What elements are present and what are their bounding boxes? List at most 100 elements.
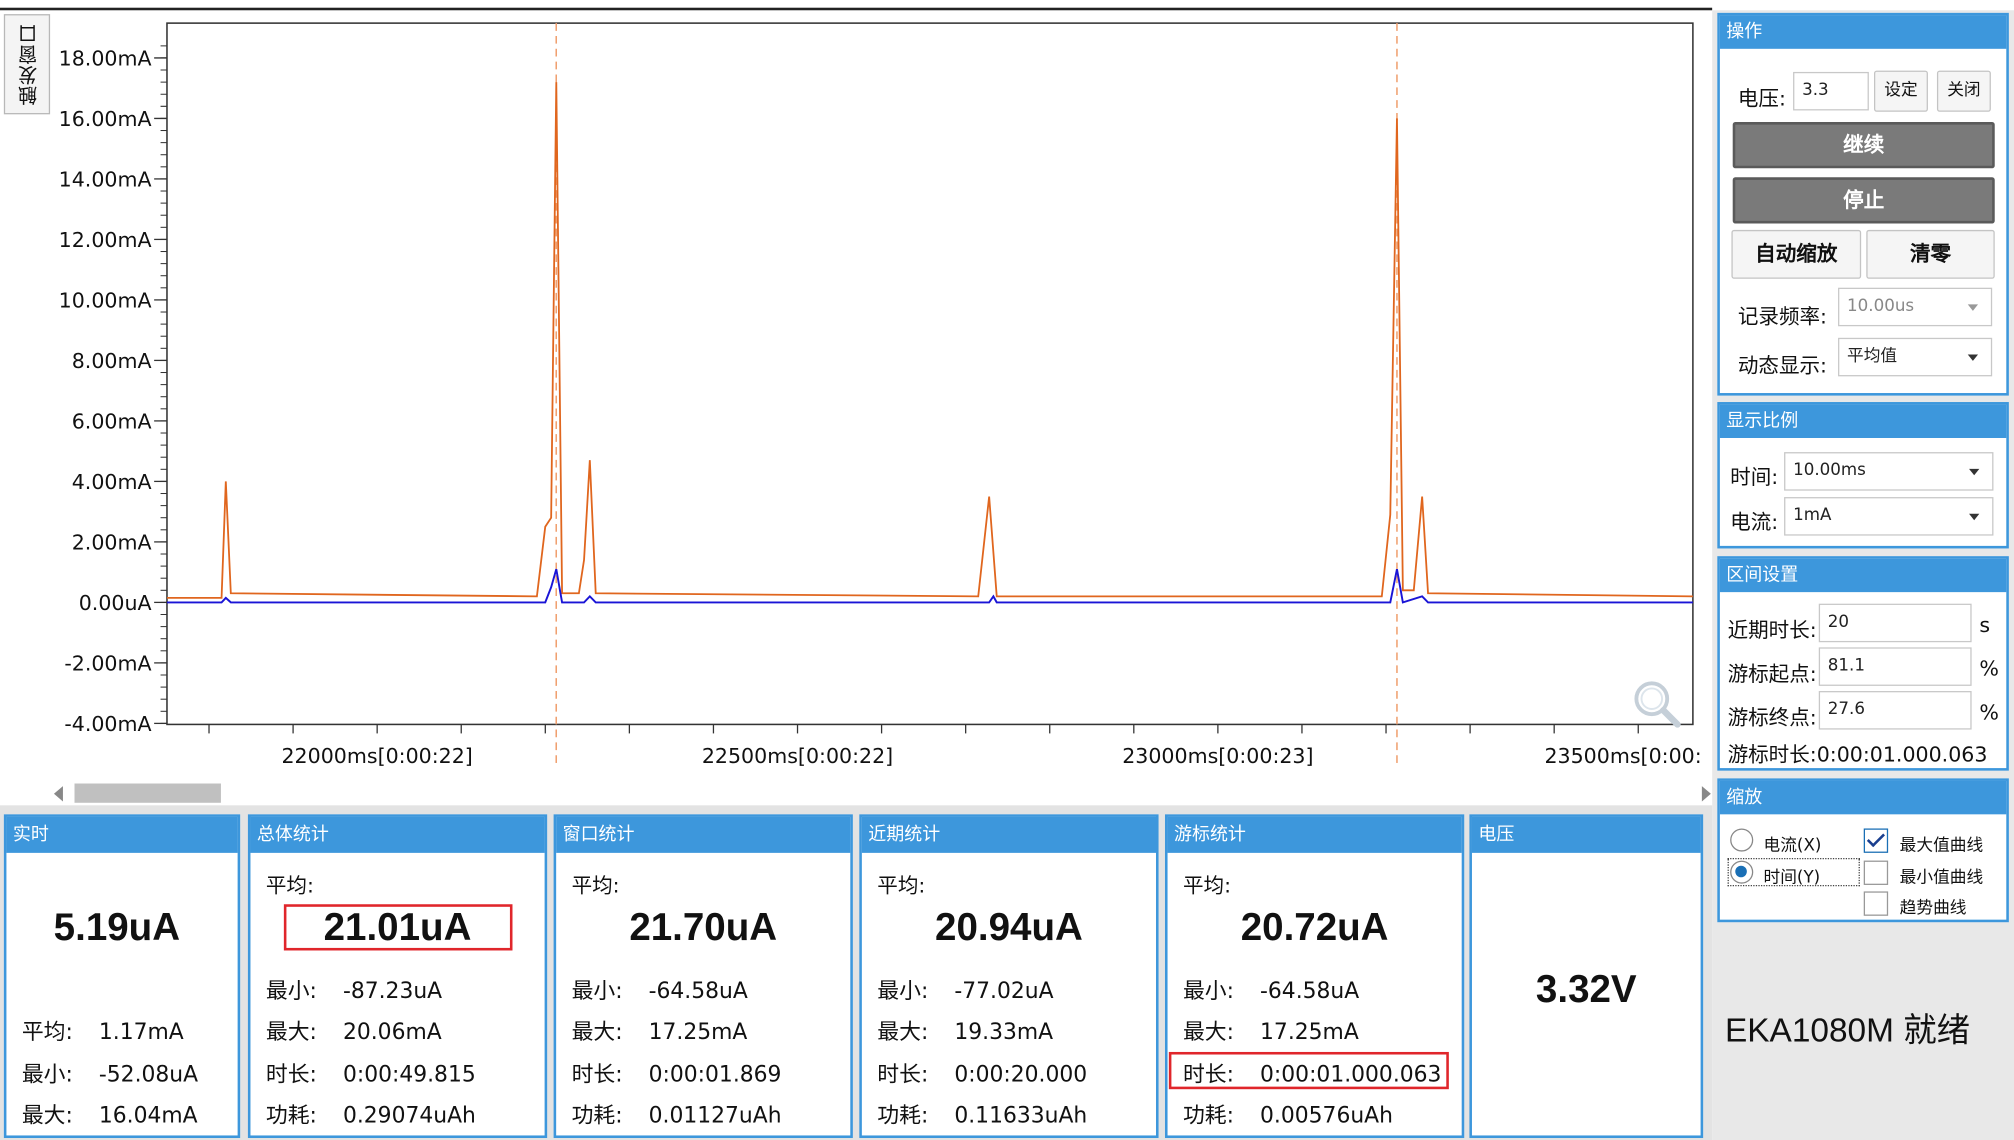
cursor-start-unit: % (1979, 656, 1999, 681)
checkbox-min-curve-label[interactable]: 最小值曲线 (1900, 863, 1984, 887)
voltage-input[interactable]: 3.3 (1793, 71, 1869, 111)
y-tick-label: 18.00mA (59, 47, 152, 71)
group-title: 操作 (1719, 15, 2007, 49)
checkbox-max-curve[interactable] (1863, 828, 1889, 853)
radio-time-y-label[interactable]: 时间(Y) (1764, 863, 1821, 887)
window-max-row: 最大: 17.25mA (571, 1019, 748, 1046)
y-tick-label: 0.00uA (79, 591, 152, 615)
scroll-left-icon[interactable] (53, 786, 63, 802)
x-tick-label: 22000ms[0:00:22] (281, 744, 472, 768)
time-scale-value: 10.00ms (1793, 461, 1866, 481)
checkbox-max-curve-label[interactable]: 最大值曲线 (1900, 831, 1984, 855)
recent-duration-row: 时长: 0:00:20.000 (877, 1062, 1088, 1088)
y-tick-label: 6.00mA (72, 410, 152, 434)
cursor-energy-row: 功耗: 0.00576uAh (1182, 1103, 1393, 1130)
highlight-box-cursor-duration (1168, 1051, 1449, 1090)
top-border (0, 7, 1713, 11)
current-chart[interactable]: 18.00mA 16.00mA 14.00mA 12.00mA 10.00mA 8.00m… (0, 13, 1712, 781)
recent-average-value: 20.94uA (935, 906, 1083, 950)
recent-duration-input[interactable]: 20 (1818, 603, 1972, 643)
y-tick-label: 2.00mA (72, 531, 152, 555)
record-rate-value: 10.00us (1847, 296, 1915, 316)
x-tick-label: 23000ms[0:00:23] (1122, 744, 1313, 768)
chevron-down-icon (1969, 468, 1980, 476)
realtime-avg-row: 平均: 1.17mA (21, 1019, 184, 1046)
cursor-min-row: 最小: -64.58uA (1182, 978, 1360, 1005)
radio-current-x-label[interactable]: 电流(X) (1764, 831, 1822, 855)
panel-realtime: 实时 5.19uA 平均: 1.17mA 最小: -52.08uA 最大: 16.04… (3, 814, 241, 1139)
checkbox-trend-curve-label[interactable]: 趋势曲线 (1900, 894, 1967, 918)
record-rate-label: 记录频率: (1737, 304, 1827, 329)
chevron-down-icon (1969, 513, 1980, 521)
group-title: 显示比例 (1719, 404, 2007, 438)
cursor-start-input[interactable]: 81.1 (1818, 647, 1972, 686)
autoscale-button[interactable]: 自动缩放 (1731, 229, 1862, 279)
y-tick-label: -2.00mA (64, 652, 151, 676)
voltage-value: 3.32V (1535, 968, 1637, 1011)
cursor-end-input[interactable]: 27.6 (1818, 691, 1972, 730)
x-tick-label: 22500ms[0:00:22] (702, 744, 893, 768)
app-window: 18.00mA 16.00mA 14.00mA 12.00mA 10.00mA 8.00m… (0, 0, 2014, 1140)
overall-duration-row: 时长: 0:00:49.815 (265, 1062, 476, 1088)
realtime-value: 5.19uA (53, 906, 181, 950)
chevron-down-icon (1967, 354, 1979, 361)
radio-time-y[interactable] (1730, 860, 1754, 884)
plot-area[interactable] (166, 22, 1694, 726)
group-title: 区间设置 (1719, 558, 2007, 593)
cursor-end-label: 游标终点: (1727, 705, 1817, 730)
stop-button[interactable]: 停止 (1732, 177, 1995, 224)
checkbox-min-curve[interactable] (1863, 860, 1889, 885)
close-power-button[interactable]: 关闭 (1936, 70, 1991, 112)
voltage-label: 电压: (1737, 86, 1786, 111)
overall-max-row: 最大: 20.06mA (265, 1019, 442, 1046)
record-rate-select: 10.00us (1838, 287, 1993, 327)
recent-min-row: 最小: -77.02uA (877, 978, 1054, 1005)
checkbox-trend-curve[interactable] (1863, 891, 1889, 916)
radio-current-x[interactable] (1730, 828, 1754, 852)
y-tick-label: 10.00mA (59, 289, 152, 313)
continue-button[interactable]: 继续 (1732, 122, 1995, 169)
panel-title: 窗口统计 (556, 816, 851, 853)
current-scale-label: 电流: (1730, 509, 1779, 535)
time-scale-select[interactable]: 10.00ms (1784, 452, 1994, 491)
panel-title: 游标统计 (1167, 816, 1462, 853)
trigger-window-tab[interactable]: 触发窗口 (3, 14, 51, 115)
realtime-max-row: 最大: 16.04mA (21, 1103, 198, 1130)
y-tick-label: 14.00mA (59, 168, 152, 192)
dynamic-display-value: 平均值 (1847, 346, 1898, 367)
cursor-end-unit: % (1979, 700, 1999, 725)
recent-energy-row: 功耗: 0.11633uAh (877, 1103, 1088, 1130)
group-title: 缩放 (1719, 780, 2007, 815)
panel-window: 窗口统计 平均: 21.70uA 最小: -64.58uA 最大: 17.25mA … (553, 814, 853, 1139)
overall-energy-row: 功耗: 0.29074uAh (265, 1103, 476, 1130)
realtime-min-row: 最小: -52.08uA (21, 1062, 199, 1088)
panel-title: 近期统计 (861, 816, 1156, 853)
y-tick-label: -4.00mA (64, 712, 151, 736)
y-axis: 18.00mA 16.00mA 14.00mA 12.00mA 10.00mA 8.00m… (59, 45, 167, 736)
avg-label: 平均: (1182, 873, 1232, 898)
panel-voltage: 电压 3.32V (1469, 814, 1704, 1139)
cursor-max-row: 最大: 17.25mA (1182, 1019, 1359, 1046)
status-text: EKA1080M 就绪 (1725, 1010, 1971, 1050)
panel-title: 实时 (6, 816, 238, 853)
y-tick-label: 12.00mA (59, 228, 152, 252)
time-scale-label: 时间: (1730, 464, 1779, 490)
y-tick-label: 16.00mA (59, 107, 152, 131)
scroll-right-icon[interactable] (1701, 786, 1711, 802)
recent-max-row: 最大: 19.33mA (877, 1019, 1054, 1046)
scrollbar-thumb[interactable] (74, 783, 221, 803)
horizontal-scrollbar[interactable] (53, 782, 1711, 805)
current-scale-value: 1mA (1793, 506, 1832, 526)
y-tick-label: 8.00mA (72, 349, 152, 373)
panel-title: 总体统计 (250, 816, 545, 853)
set-voltage-button[interactable]: 设定 (1873, 70, 1928, 112)
zero-button[interactable]: 清零 (1866, 229, 1995, 279)
recent-duration-label: 近期时长: (1727, 617, 1817, 643)
window-energy-row: 功耗: 0.01127uAh (571, 1103, 782, 1130)
recent-duration-unit: s (1979, 612, 1991, 638)
cursor-duration-text: 游标时长:0:00:01.000.063 (1727, 742, 1988, 767)
chevron-down-icon (1967, 304, 1979, 311)
current-scale-select[interactable]: 1mA (1784, 497, 1994, 536)
panel-overall: 总体统计 平均: 21.01uA 最小: -87.23uA 最大: 20.06mA … (247, 814, 548, 1139)
dynamic-display-select[interactable]: 平均值 (1838, 337, 1993, 377)
